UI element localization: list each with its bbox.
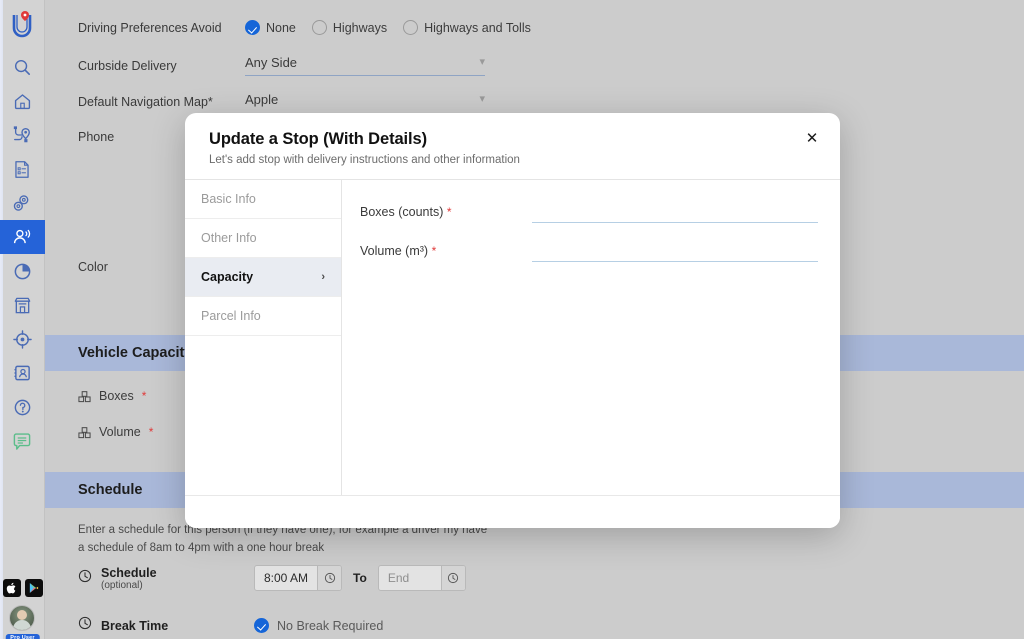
modal-tab-list: Basic Info Other Info Capacity › Parcel …	[185, 180, 342, 495]
modal-input-boxes[interactable]	[532, 202, 818, 223]
chevron-right-icon: ›	[321, 271, 325, 283]
tab-label: Other Info	[201, 231, 257, 245]
tab-label: Basic Info	[201, 192, 256, 206]
tab-other-info[interactable]: Other Info	[185, 219, 341, 258]
modal-overlay: Update a Stop (With Details) Let's add s…	[0, 0, 1024, 639]
modal-field-label-boxes: Boxes (counts) *	[360, 205, 532, 223]
close-icon[interactable]: ✕	[802, 128, 822, 148]
modal-header: Update a Stop (With Details) Let's add s…	[185, 113, 840, 179]
tab-basic-info[interactable]: Basic Info	[185, 180, 341, 219]
app-root: Pro User Driving Preferences Avoid None …	[0, 0, 1024, 639]
tab-label: Parcel Info	[201, 309, 261, 323]
required-marker: *	[431, 244, 437, 258]
modal-content-pane: Boxes (counts) * Volume (m³) *	[342, 180, 840, 495]
tab-capacity[interactable]: Capacity ›	[185, 258, 341, 297]
label-text: Boxes (counts)	[360, 205, 444, 219]
tab-parcel-info[interactable]: Parcel Info	[185, 297, 341, 336]
label-text: Volume (m³)	[360, 244, 429, 258]
tab-label: Capacity	[201, 270, 254, 284]
modal-field-row-volume: Volume (m³) *	[360, 241, 818, 262]
required-marker: *	[446, 205, 452, 219]
modal-subtitle: Let's add stop with delivery instruction…	[209, 154, 520, 166]
modal-title: Update a Stop (With Details)	[209, 130, 427, 148]
modal-footer	[185, 495, 840, 528]
modal-body: Basic Info Other Info Capacity › Parcel …	[185, 179, 840, 495]
modal-input-volume[interactable]	[532, 241, 818, 262]
modal-field-row-boxes: Boxes (counts) *	[360, 202, 818, 223]
modal-field-label-volume: Volume (m³) *	[360, 244, 532, 262]
update-stop-modal: Update a Stop (With Details) Let's add s…	[185, 113, 840, 528]
